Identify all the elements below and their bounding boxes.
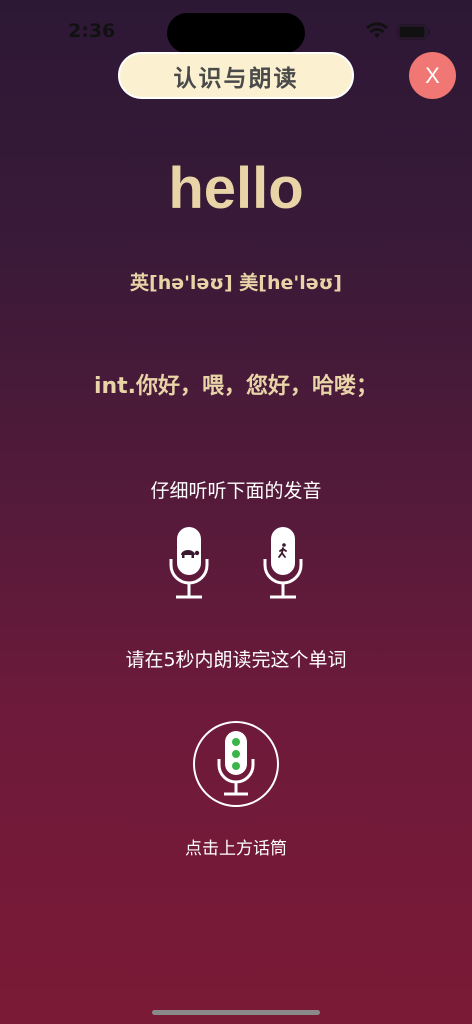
close-button[interactable]: X bbox=[409, 52, 456, 99]
battery-icon bbox=[397, 24, 430, 40]
tap-hint: 点击上方话筒 bbox=[185, 839, 287, 859]
microphone-icon bbox=[217, 731, 255, 796]
status-time: 2:36 bbox=[68, 20, 116, 42]
listen-instruction: 仔细听听下面的发音 bbox=[150, 480, 322, 502]
dynamic-island bbox=[167, 13, 305, 53]
status-bar: 2:36 bbox=[0, 0, 472, 60]
wifi-icon bbox=[366, 22, 388, 38]
word-text: hello bbox=[168, 156, 304, 221]
phonetic-text: 英[hə'ləʊ] 美[he'ləʊ] bbox=[130, 272, 342, 294]
page-title: 认识与朗读 bbox=[118, 52, 354, 99]
read-instruction: 请在5秒内朗读完这个单词 bbox=[125, 649, 347, 671]
record-mic-button[interactable] bbox=[193, 721, 279, 807]
meaning-text: int.你好，喂，您好，哈喽； bbox=[93, 374, 379, 399]
slow-pronunciation-mic-button[interactable] bbox=[168, 525, 210, 601]
home-indicator bbox=[152, 1010, 320, 1015]
normal-pronunciation-mic-button[interactable] bbox=[262, 525, 304, 601]
